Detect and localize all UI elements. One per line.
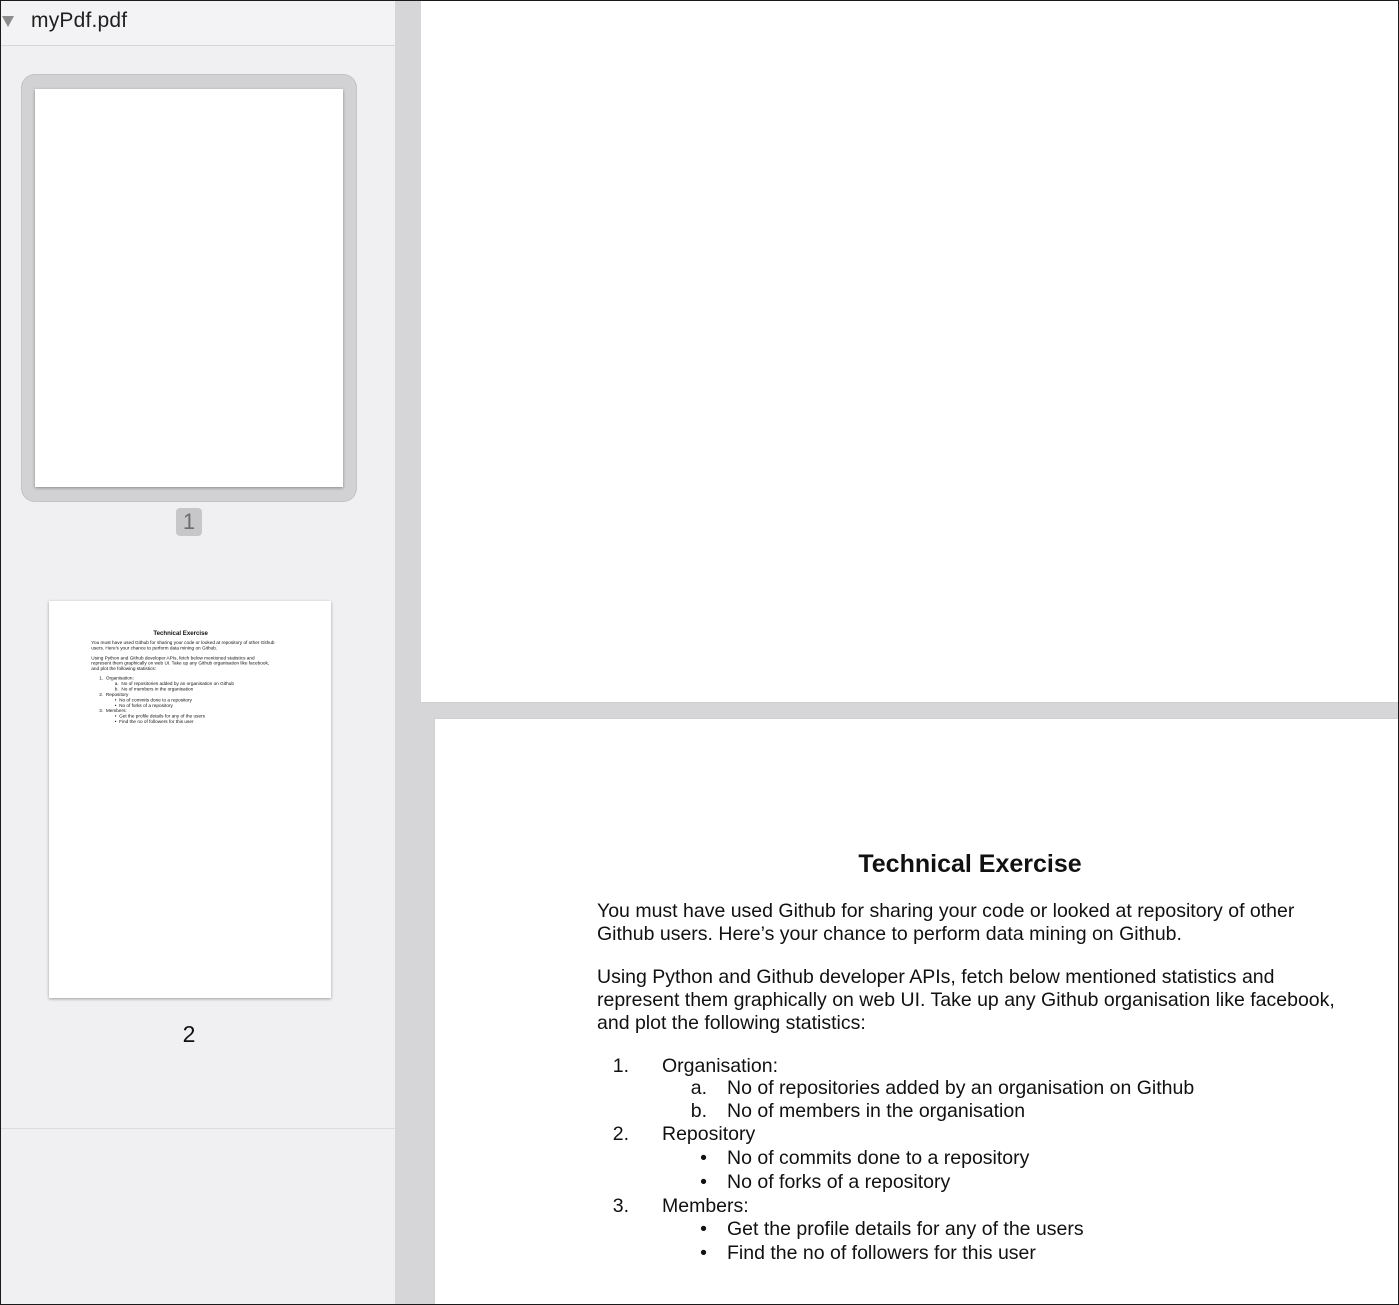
list-marker: 3. bbox=[612, 1195, 629, 1217]
page-number-label-1: 1 bbox=[176, 508, 202, 536]
sidebar-divider bbox=[1, 1128, 395, 1129]
bullet-icon: • bbox=[700, 1218, 707, 1240]
document-page-2[interactable]: Technical Exercise You must have used Gi… bbox=[434, 718, 1398, 1304]
page-thumbnail-1[interactable] bbox=[35, 89, 343, 487]
thumbnail-list-item: • Find the no of followers for this user bbox=[114, 718, 194, 725]
list-item-label: No of forks of a repository bbox=[727, 1171, 951, 1193]
document-paragraph: Using Python and Github developer APIs, … bbox=[597, 966, 1335, 1034]
list-item-label: Repository bbox=[662, 1123, 756, 1145]
list-marker: 1. bbox=[612, 1055, 629, 1077]
bullet-icon: • bbox=[700, 1147, 707, 1169]
list-item-label: No of members in the organisation bbox=[727, 1100, 1026, 1122]
list-item-label: No of repositories added by an organisat… bbox=[727, 1077, 1195, 1099]
list-marker: b. bbox=[690, 1100, 707, 1122]
page-thumbnail-2[interactable]: Technical Exercise You must have used Gi… bbox=[49, 601, 331, 998]
thumbnail-paragraph: You must have used Github for sharing yo… bbox=[91, 640, 275, 651]
list-item-label: Find the no of followers for this user bbox=[727, 1242, 1036, 1264]
thumbnail-title: Technical Exercise bbox=[153, 629, 208, 637]
page-number-label-2: 2 bbox=[182, 1021, 196, 1047]
bullet-icon: • bbox=[700, 1171, 707, 1193]
list-item-label: Organisation: bbox=[662, 1055, 778, 1077]
disclosure-triangle-icon[interactable] bbox=[2, 16, 14, 27]
document-title: Technical Exercise bbox=[858, 850, 1082, 878]
bullet-icon: • bbox=[700, 1242, 707, 1264]
sidebar-file-header[interactable]: myPdf.pdf bbox=[1, 1, 395, 46]
thumbnail-paragraph: Using Python and Github developer APIs, … bbox=[91, 655, 270, 672]
document-paragraph: You must have used Github for sharing yo… bbox=[597, 900, 1295, 945]
list-marker: a. bbox=[690, 1077, 707, 1099]
list-item-label: Members: bbox=[662, 1195, 749, 1217]
pdf-viewer-window: myPdf.pdf 1 Technical Exercise You must … bbox=[0, 0, 1399, 1305]
list-marker: 2. bbox=[612, 1123, 629, 1145]
document-page-1[interactable] bbox=[421, 1, 1398, 703]
list-item-label: No of commits done to a repository bbox=[727, 1147, 1030, 1169]
list-item-label: Get the profile details for any of the u… bbox=[727, 1218, 1084, 1240]
thumbnail-preview-content: Technical Exercise You must have used Gi… bbox=[49, 601, 331, 724]
thumbnail-sidebar: myPdf.pdf 1 Technical Exercise You must … bbox=[1, 1, 395, 1304]
file-name-label: myPdf.pdf bbox=[31, 9, 128, 32]
